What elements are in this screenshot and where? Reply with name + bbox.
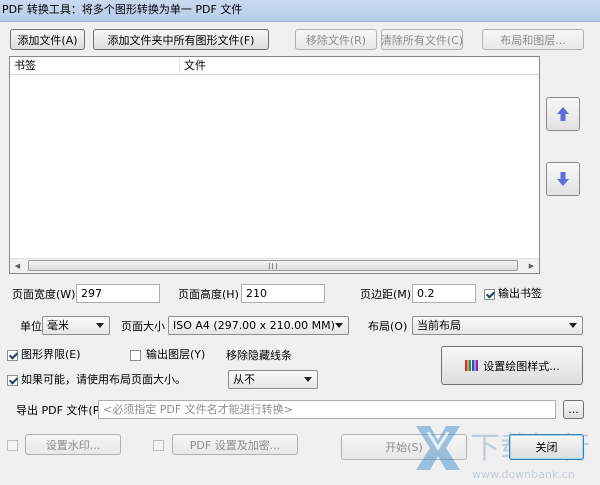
page-width-input[interactable]: 297 (76, 284, 160, 303)
watermark-checkbox[interactable] (7, 440, 18, 451)
file-list[interactable]: 书签 文件 ◀ ▶ (9, 56, 540, 274)
extents-label: 图形界限(E) (21, 348, 81, 361)
layout-label: 布局(O) (368, 320, 408, 333)
layout-select[interactable]: 当前布局 (412, 316, 583, 335)
page-size-select[interactable]: ISO A4 (297.00 x 210.00 MM) (168, 316, 349, 335)
chevron-down-icon (96, 323, 104, 328)
unit-label: 单位 (20, 320, 42, 333)
page-width-label: 页面宽度(W) (12, 288, 76, 301)
scroll-right-icon[interactable]: ▶ (524, 259, 539, 273)
hidden-lines-value: 从不 (233, 373, 255, 386)
page-size-value: ISO A4 (297.00 x 210.00 MM) (173, 319, 335, 332)
margin-label: 页边距(M) (360, 288, 412, 301)
scroll-thumb[interactable] (28, 260, 518, 271)
column-bookmark[interactable]: 书签 (10, 57, 180, 74)
grip-icon (269, 263, 277, 269)
page-height-input[interactable]: 210 (241, 284, 325, 303)
arrow-down-icon (557, 172, 569, 186)
plot-style-label: 设置绘图样式... (483, 359, 560, 373)
page-height-label: 页面高度(H) (178, 288, 239, 301)
move-down-button[interactable] (546, 162, 580, 196)
layout-layers-button[interactable]: 布局和图层... (482, 29, 584, 50)
chevron-down-icon (304, 377, 312, 382)
watermark-button[interactable]: 设置水印... (25, 434, 121, 455)
add-file-button[interactable]: 添加文件(A) (10, 29, 85, 50)
output-bookmarks-checkbox[interactable] (484, 289, 495, 300)
export-path-input[interactable]: <必须指定 PDF 文件名才能进行转换> (98, 400, 556, 419)
window-title: PDF 转换工具：将多个图形转换为单一 PDF 文件 (0, 0, 600, 22)
use-layout-size-checkbox[interactable] (7, 375, 18, 386)
clear-all-button[interactable]: 清除所有文件(C) (381, 29, 463, 50)
list-header: 书签 文件 (10, 57, 539, 75)
scroll-left-icon[interactable]: ◀ (10, 259, 25, 273)
output-layers-label: 输出图层(Y) (146, 348, 206, 361)
add-folder-button[interactable]: 添加文件夹中所有图形文件(F) (93, 29, 269, 50)
move-up-button[interactable] (546, 97, 580, 131)
hidden-lines-select[interactable]: 从不 (228, 370, 318, 389)
layout-value: 当前布局 (417, 319, 461, 332)
chevron-down-icon (335, 323, 343, 328)
output-layers-checkbox[interactable] (130, 350, 141, 361)
hidden-lines-label: 移除隐藏线条 (226, 349, 292, 362)
remove-file-button[interactable]: 移除文件(R) (295, 29, 377, 50)
pdf-settings-checkbox[interactable] (153, 440, 164, 451)
page-size-label: 页面大小 (121, 320, 165, 333)
unit-value: 毫米 (47, 319, 69, 332)
use-layout-size-label: 如果可能，请使用布局页面大小。 (21, 373, 186, 386)
chevron-down-icon (569, 323, 577, 328)
pdf-settings-button[interactable]: PDF 设置及加密... (172, 434, 298, 455)
margin-input[interactable]: 0.2 (412, 284, 476, 303)
output-bookmarks-label: 输出书签 (498, 287, 542, 300)
arrow-up-icon (557, 107, 569, 121)
plot-style-button[interactable]: 设置绘图样式... (441, 346, 583, 385)
export-label: 导出 PDF 文件(P) (16, 404, 104, 417)
extents-checkbox[interactable] (7, 350, 18, 361)
browse-button[interactable]: ... (563, 400, 584, 419)
unit-select[interactable]: 毫米 (42, 316, 110, 335)
brand-url: www.downbank.cn (472, 468, 575, 481)
close-button[interactable]: 关闭 (509, 434, 584, 460)
horizontal-scrollbar[interactable]: ◀ ▶ (10, 258, 539, 273)
column-file[interactable]: 文件 (180, 57, 540, 74)
pens-icon (465, 359, 479, 371)
